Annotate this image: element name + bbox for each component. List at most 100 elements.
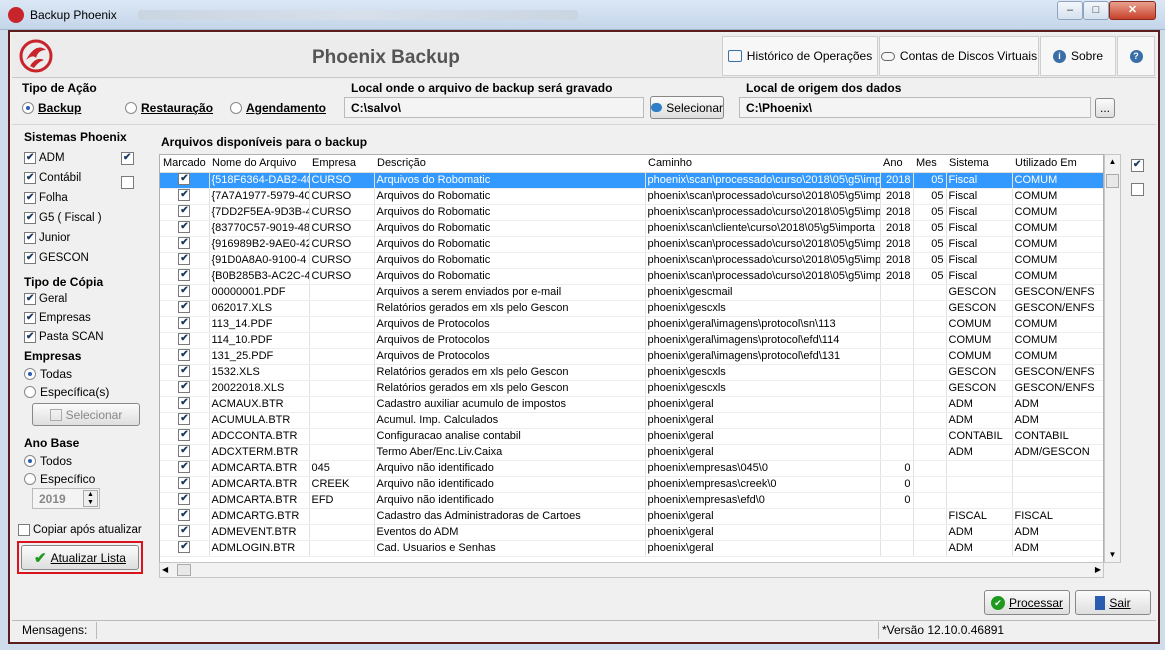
systems-uncheck-all[interactable] bbox=[121, 176, 134, 189]
system-checkbox[interactable]: G5 ( Fiscal ) bbox=[24, 212, 102, 224]
row-checkbox[interactable] bbox=[178, 380, 191, 393]
table-row[interactable]: ACUMULA.BTR Acumul. Imp. Calculadosphoeni… bbox=[160, 412, 1103, 429]
column-header[interactable]: Utilizado Em bbox=[1012, 155, 1103, 173]
radio-backup[interactable]: Backup bbox=[22, 101, 81, 115]
table-row[interactable]: ACMAUX.BTR Cadastro auxiliar acumulo de i… bbox=[160, 396, 1103, 413]
system-checkbox[interactable]: Junior bbox=[24, 232, 70, 244]
scroll-down-icon[interactable]: ▼ bbox=[1105, 548, 1120, 562]
row-checkbox[interactable] bbox=[178, 284, 191, 297]
radio-restore[interactable]: Restauração bbox=[125, 101, 213, 115]
about-button[interactable]: i Sobre bbox=[1040, 36, 1116, 76]
table-row[interactable]: {83770C57-9019-48CURSOArquivos do Roboma… bbox=[160, 220, 1103, 237]
process-button[interactable]: ✔ Processar bbox=[984, 590, 1070, 615]
row-checkbox[interactable] bbox=[178, 188, 191, 201]
radio-companies-specific[interactable]: Específica(s) bbox=[24, 385, 109, 399]
radio-year-specific[interactable]: Específico bbox=[24, 472, 95, 486]
table-row[interactable]: 062017.XLS Relatórios gerados em xls pelo… bbox=[160, 300, 1103, 317]
row-checkbox[interactable] bbox=[178, 268, 191, 281]
grid-vertical-scrollbar[interactable]: ▲ ▼ bbox=[1104, 154, 1121, 563]
table-row[interactable]: 131_25.PDF Arquivos de Protocolosphoenix\… bbox=[160, 348, 1103, 365]
files-grid[interactable]: Marcado Nome do Arquivo Empresa Descrição Ca… bbox=[159, 154, 1104, 563]
table-row[interactable]: {518F6364-DAB2-40CURSOArquivos do Roboma… bbox=[160, 172, 1103, 189]
row-checkbox[interactable] bbox=[178, 348, 191, 361]
radio-schedule[interactable]: Agendamento bbox=[230, 101, 326, 115]
row-checkbox[interactable] bbox=[178, 172, 191, 185]
table-row[interactable]: ADCXTERM.BTR Termo Aber/Enc.Liv.Caixaphoe… bbox=[160, 444, 1103, 461]
systems-check-all[interactable] bbox=[121, 152, 134, 165]
row-checkbox[interactable] bbox=[178, 540, 191, 553]
row-checkbox[interactable] bbox=[178, 316, 191, 329]
table-row[interactable]: {7A7A1977-5979-40CURSOArquivos do Roboma… bbox=[160, 188, 1103, 205]
destination-path-field[interactable]: C:\salvo\ bbox=[344, 97, 644, 118]
row-checkbox[interactable] bbox=[178, 204, 191, 217]
row-checkbox[interactable] bbox=[178, 460, 191, 473]
row-checkbox[interactable] bbox=[178, 300, 191, 313]
table-row[interactable]: ADMCARTA.BTR045Arquivo não identificadop… bbox=[160, 460, 1103, 477]
row-checkbox[interactable] bbox=[178, 332, 191, 345]
column-header[interactable]: Descrição bbox=[374, 155, 645, 173]
grid-horizontal-scrollbar[interactable]: ◀ ▶ bbox=[159, 562, 1104, 578]
destination-select-button[interactable]: Selecionar bbox=[650, 96, 724, 119]
system-checkbox[interactable]: GESCON bbox=[24, 252, 89, 264]
copy-type-checkbox[interactable]: Geral bbox=[24, 293, 67, 305]
column-header[interactable]: Mes bbox=[913, 155, 946, 173]
origin-path-field[interactable]: C:\Phoenix\ bbox=[739, 97, 1091, 118]
companies-select-button[interactable]: Selecionar bbox=[32, 403, 140, 426]
history-button[interactable]: Histórico de Operações bbox=[722, 36, 878, 76]
grid-check-all[interactable] bbox=[1131, 159, 1144, 172]
scroll-right-icon[interactable]: ▶ bbox=[1095, 563, 1101, 577]
copy-type-checkbox[interactable]: Pasta SCAN bbox=[24, 331, 104, 343]
column-header[interactable]: Caminho bbox=[645, 155, 880, 173]
row-checkbox[interactable] bbox=[178, 492, 191, 505]
table-row[interactable]: 113_14.PDF Arquivos de Protocolosphoenix\… bbox=[160, 316, 1103, 333]
radio-companies-all[interactable]: Todas bbox=[24, 367, 72, 381]
column-header[interactable]: Marcado bbox=[160, 155, 209, 173]
table-row[interactable]: {7DD2F5EA-9D3B-4CURSOArquivos do Robomat… bbox=[160, 204, 1103, 221]
radio-year-all[interactable]: Todos bbox=[24, 454, 72, 468]
scroll-left-icon[interactable]: ◀ bbox=[162, 563, 168, 577]
table-row[interactable]: 1532.XLS Relatórios gerados em xls pelo G… bbox=[160, 364, 1103, 381]
origin-browse-button[interactable]: ... bbox=[1095, 98, 1115, 118]
row-checkbox[interactable] bbox=[178, 364, 191, 377]
row-checkbox[interactable] bbox=[178, 236, 191, 249]
row-checkbox[interactable] bbox=[178, 428, 191, 441]
copy-type-checkbox[interactable]: Empresas bbox=[24, 312, 91, 324]
row-checkbox[interactable] bbox=[178, 412, 191, 425]
hscroll-thumb[interactable] bbox=[177, 564, 191, 576]
table-row[interactable]: ADMCARTA.BTRCREEKArquivo não identificad… bbox=[160, 476, 1103, 493]
table-row[interactable]: ADMCARTG.BTR Cadastro das Administradoras… bbox=[160, 508, 1103, 525]
table-row[interactable]: {916989B2-9AE0-42CURSOArquivos do Roboma… bbox=[160, 236, 1103, 253]
row-checkbox[interactable] bbox=[178, 396, 191, 409]
system-checkbox[interactable]: ADM bbox=[24, 152, 65, 164]
scroll-up-icon[interactable]: ▲ bbox=[1105, 155, 1120, 169]
table-row[interactable]: 114_10.PDF Arquivos de Protocolosphoenix\… bbox=[160, 332, 1103, 349]
year-spinner-buttons[interactable]: ▲ ▼ bbox=[83, 490, 98, 507]
copy-after-refresh-checkbox[interactable]: Copiar após atualizar bbox=[18, 524, 142, 536]
row-checkbox[interactable] bbox=[178, 508, 191, 521]
minimize-button[interactable]: – bbox=[1057, 1, 1083, 20]
row-checkbox[interactable] bbox=[178, 252, 191, 265]
row-checkbox[interactable] bbox=[178, 444, 191, 457]
refresh-list-button[interactable]: ✔ Atualizar Lista bbox=[21, 545, 139, 570]
column-header[interactable]: Empresa bbox=[309, 155, 374, 173]
virtual-disk-accounts-button[interactable]: Contas de Discos Virtuais bbox=[879, 36, 1039, 76]
table-row[interactable]: 00000001.PDF Arquivos a serem enviados po… bbox=[160, 284, 1103, 301]
system-checkbox[interactable]: Folha bbox=[24, 192, 68, 204]
table-row[interactable]: ADMLOGIN.BTR Cad. Usuarios e Senhasphoeni… bbox=[160, 540, 1103, 557]
table-row[interactable]: {B0B285B3-AC2C-4CURSOArquivos do Robomat… bbox=[160, 268, 1103, 285]
column-header[interactable]: Sistema bbox=[946, 155, 1012, 173]
help-button[interactable]: ? bbox=[1117, 36, 1155, 76]
close-window-button[interactable]: ✕ bbox=[1109, 1, 1156, 20]
scroll-thumb[interactable] bbox=[1106, 174, 1119, 188]
row-checkbox[interactable] bbox=[178, 220, 191, 233]
column-header[interactable]: Nome do Arquivo bbox=[209, 155, 309, 173]
table-row[interactable]: ADCCONTA.BTR Configuracao analise contabi… bbox=[160, 428, 1103, 445]
row-checkbox[interactable] bbox=[178, 476, 191, 489]
table-row[interactable]: ADMEVENT.BTR Eventos do ADMphoenix\geral A… bbox=[160, 524, 1103, 541]
column-header[interactable]: Ano bbox=[880, 155, 913, 173]
table-row[interactable]: {91D0A8A0-9100-4CURSOArquivos do Robomat… bbox=[160, 252, 1103, 269]
system-checkbox[interactable]: Contábil bbox=[24, 172, 81, 184]
row-checkbox[interactable] bbox=[178, 524, 191, 537]
grid-uncheck-all[interactable] bbox=[1131, 183, 1144, 196]
table-row[interactable]: ADMCARTA.BTREFDArquivo não identificadop… bbox=[160, 492, 1103, 509]
